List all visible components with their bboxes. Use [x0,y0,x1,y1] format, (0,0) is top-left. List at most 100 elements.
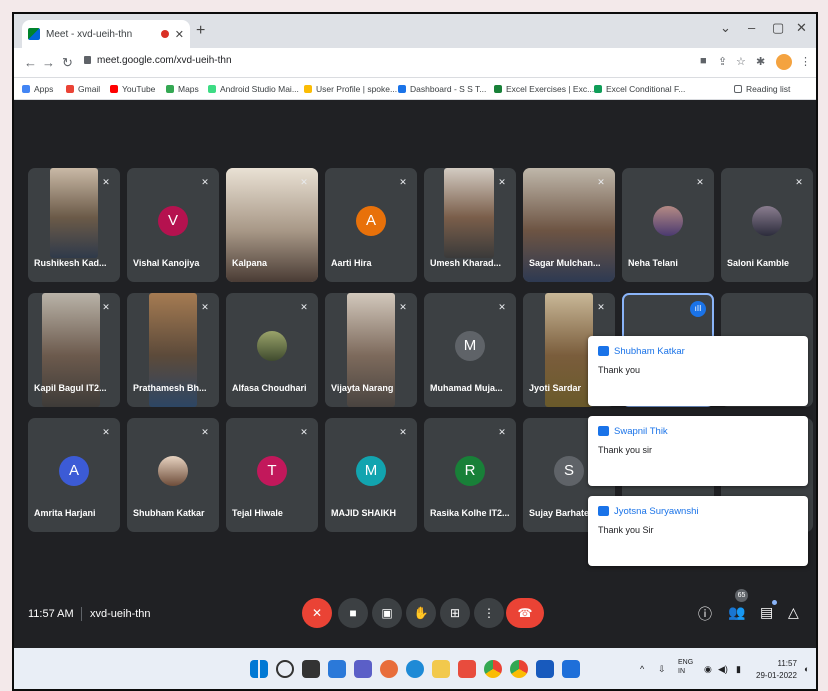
participant-tile[interactable]: R ✕ Rasika Kolhe IT2... [424,418,516,532]
participant-tile[interactable]: M ✕ Muhamad Muja... [424,293,516,407]
notifications-icon[interactable]: ◐ [804,664,809,674]
firefox-icon[interactable] [380,660,398,678]
minimize-button[interactable]: – [748,20,755,35]
app-icon[interactable] [562,660,580,678]
teams-chat-icon[interactable] [354,660,372,678]
avatar: M [356,456,386,486]
participant-tile[interactable]: ✕ Sagar Mulchan... [523,168,615,282]
chrome-profile-icon[interactable] [510,660,528,678]
camera-toggle-button[interactable]: ■ [338,598,368,628]
participant-tile[interactable]: T ✕ Tejal Hiwale [226,418,318,532]
participant-name: MAJID SHAIKH [331,508,397,518]
participant-tile[interactable]: M ✕ MAJID SHAIKH [325,418,417,532]
avatar: V [158,206,188,236]
battery-icon[interactable]: ▮ [736,664,741,675]
extensions-icon[interactable]: ✱ [756,55,765,68]
avatar: A [59,456,89,486]
bookmark-apps[interactable]: Apps [22,84,53,94]
word-icon[interactable] [536,660,554,678]
edge-icon[interactable] [406,660,424,678]
bookmark-dashboard[interactable]: Dashboard - S S T... [398,84,486,94]
bookmark-youtube[interactable]: YouTube [110,84,155,94]
more-options-button[interactable]: ⋮ [474,598,504,628]
start-icon[interactable] [250,660,268,678]
participant-name: Rasika Kolhe IT2... [430,508,510,518]
chrome-icon[interactable] [484,660,502,678]
chat-panel-icon[interactable]: ▤ [760,604,773,621]
download-icon[interactable]: ⇩ [658,664,666,675]
mic-off-icon: ✕ [102,427,110,437]
new-tab-button[interactable]: + [196,22,205,40]
people-icon[interactable]: 👥 [728,604,745,621]
tab-meet[interactable]: Meet - xvd-ueih-thn ✕ [22,20,190,48]
chat-notification[interactable]: Jyotsna Suryawnshi Thank you Sir [588,496,808,566]
menu-icon[interactable]: ⋮ [800,55,811,68]
tab-title: Meet - xvd-ueih-thn [46,28,133,40]
task-view-icon[interactable] [302,660,320,678]
wifi-icon[interactable]: ◉ [704,664,712,675]
widgets-icon[interactable] [328,660,346,678]
bookmark-excel-exercises[interactable]: Excel Exercises | Exc... [494,84,594,94]
camera-indicator-icon[interactable]: ■ [700,55,707,67]
show-hidden-icons[interactable]: ^ [640,664,644,674]
office-icon[interactable] [458,660,476,678]
share-icon[interactable]: ⇪ [718,55,727,68]
search-icon[interactable] [276,660,294,678]
mic-off-icon: ✕ [300,302,308,312]
participant-name: Shubham Katkar [133,508,205,518]
profile-avatar[interactable] [776,54,792,70]
screen: Meet - xvd-ueih-thn ✕ + ⌄ – ▢ ✕ ← → ↻ me… [12,12,818,691]
mic-off-icon: ✕ [300,427,308,437]
bookmark-reading-list[interactable]: Reading list [734,84,790,94]
url-field[interactable]: meet.google.com/xvd-ueih-thn [84,55,232,66]
participant-tile[interactable]: V ✕ Vishal Kanojiya [127,168,219,282]
close-window-button[interactable]: ✕ [796,20,807,36]
participant-name: Vishal Kanojiya [133,258,200,268]
leave-call-button[interactable]: ☎ [506,598,544,628]
participant-tile[interactable]: ✕ Kalpana [226,168,318,282]
maximize-button[interactable]: ▢ [772,20,784,36]
participant-tile[interactable]: ✕ Neha Telani [622,168,714,282]
bookmark-gmail[interactable]: Gmail [66,84,100,94]
participant-tile[interactable]: ✕ Umesh Kharad... [424,168,516,282]
participant-tile[interactable]: ✕ Saloni Kamble [721,168,813,282]
bookmark-maps[interactable]: Maps [166,84,199,94]
lock-icon [84,56,91,64]
bookmark-user-profile[interactable]: User Profile | spoke... [304,84,397,94]
reload-icon[interactable]: ↻ [62,55,73,71]
present-button[interactable]: ⊞ [440,598,470,628]
chat-notification[interactable]: Shubham Katkar Thank you [588,336,808,406]
participant-tile[interactable]: ✕ Shubham Katkar [127,418,219,532]
participant-tile[interactable]: ✕ Rushikesh Kad... [28,168,120,282]
message-sender: Shubham Katkar [614,346,685,357]
mic-off-icon: ✕ [399,427,407,437]
bookmark-excel-conditional[interactable]: Excel Conditional F... [594,84,685,94]
close-tab-icon[interactable]: ✕ [175,28,184,41]
participant-tile[interactable]: ✕ Vijayta Narang [325,293,417,407]
meeting-details-icon[interactable]: ⓘ [698,604,712,624]
volume-icon[interactable]: ◀) [718,664,728,675]
chat-notification[interactable]: Swapnil Thik Thank you sir [588,416,808,486]
file-explorer-icon[interactable] [432,660,450,678]
forward-icon[interactable]: → [42,55,55,70]
bookmark-star-icon[interactable]: ☆ [736,55,746,68]
participant-tile[interactable]: ✕ Alfasa Choudhari [226,293,318,407]
participant-tile[interactable]: ✕ Kapil Bagul IT2... [28,293,120,407]
avatar [752,206,782,236]
captions-button[interactable]: ▣ [372,598,402,628]
system-clock[interactable]: 11:57 29-01-2022 [756,658,797,682]
speaking-indicator-icon: ıII [690,301,706,317]
mic-off-icon: ✕ [102,177,110,187]
raise-hand-button[interactable]: ✋ [406,598,436,628]
bookmark-android-studio[interactable]: Android Studio Mai... [208,84,299,94]
tab-search-icon[interactable]: ⌄ [720,20,731,36]
mic-off-icon: ✕ [399,177,407,187]
mic-toggle-button[interactable]: ✕ [302,598,332,628]
mic-off-icon: ✕ [201,177,209,187]
activities-icon[interactable]: △ [788,604,799,621]
back-icon[interactable]: ← [24,55,37,70]
language-indicator[interactable]: ENG IN [678,658,693,676]
participant-tile[interactable]: A ✕ Amrita Harjani [28,418,120,532]
participant-tile[interactable]: A ✕ Aarti Hira [325,168,417,282]
participant-tile[interactable]: ✕ Prathamesh Bh... [127,293,219,407]
